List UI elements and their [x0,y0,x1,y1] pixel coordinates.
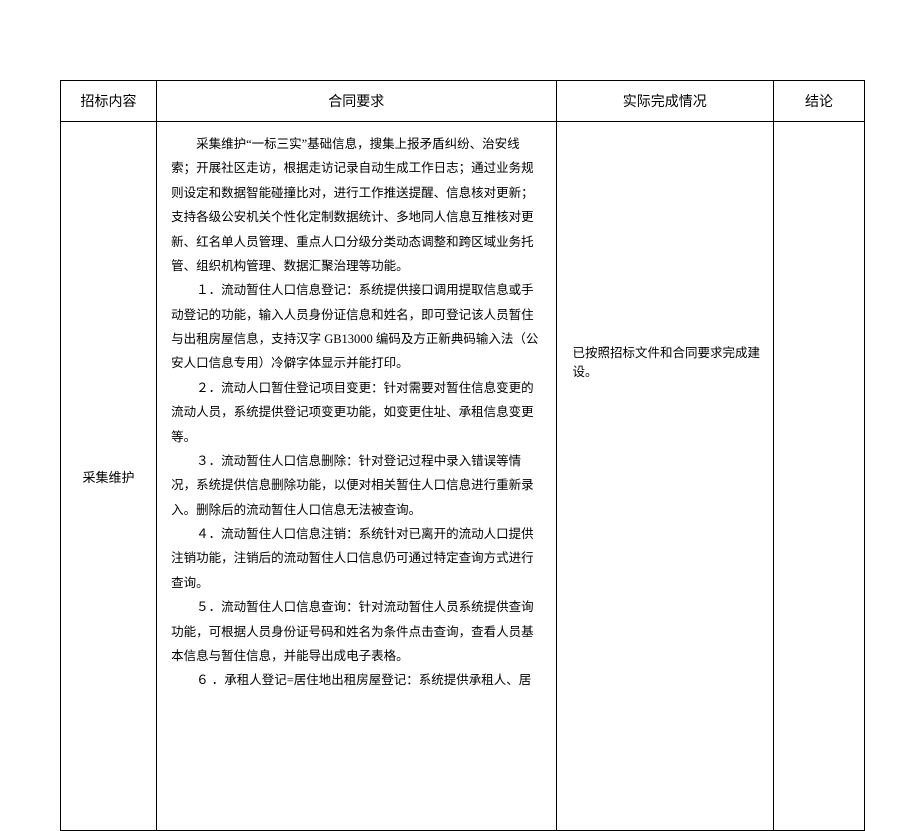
requirement-para: １．流动暂住人口信息登记：系统提供接口调用提取信息或手动登记的功能，输入人员身份… [171,278,541,376]
cell-contract-req: 采集维护“一标三实”基础信息，搜集上报矛盾纠纷、治安线索；开展社区走访，根据走访… [157,122,556,831]
cell-actual-status: 已按照招标文件和合同要求完成建设。 [556,122,773,831]
requirements-table: 招标内容 合同要求 实际完成情况 结论 采集维护 采集维护“一标三实”基础信息，… [60,80,865,831]
document-page: 招标内容 合同要求 实际完成情况 结论 采集维护 采集维护“一标三实”基础信息，… [0,0,920,651]
cell-bid-content: 采集维护 [61,122,157,831]
cell-conclusion [773,122,864,831]
table-row: 采集维护 采集维护“一标三实”基础信息，搜集上报矛盾纠纷、治安线索；开展社区走访… [61,122,865,831]
header-contract-req: 合同要求 [157,81,556,122]
requirement-para: ４．流动暂住人口信息注销：系统针对已离开的流动人口提供注销功能，注销后的流动暂住… [171,522,541,595]
requirement-para: ３．流动暂住人口信息删除：针对登记过程中录入错误等情况，系统提供信息删除功能，以… [171,449,541,522]
requirement-para: ６ ．承租人登记=居住地出租房屋登记：系统提供承租人、居 [171,668,541,692]
table-header-row: 招标内容 合同要求 实际完成情况 结论 [61,81,865,122]
requirement-para: 采集维护“一标三实”基础信息，搜集上报矛盾纠纷、治安线索；开展社区走访，根据走访… [171,132,541,278]
header-bid-content: 招标内容 [61,81,157,122]
requirement-para: ２．流动人口暂住登记项目变更：针对需要对暂住信息变更的流动人员，系统提供登记项变… [171,376,541,449]
requirement-para: ５．流动暂住人口信息查询：针对流动暂住人员系统提供查询功能，可根据人员身份证号码… [171,595,541,668]
header-actual-status: 实际完成情况 [556,81,773,122]
header-conclusion: 结论 [773,81,864,122]
